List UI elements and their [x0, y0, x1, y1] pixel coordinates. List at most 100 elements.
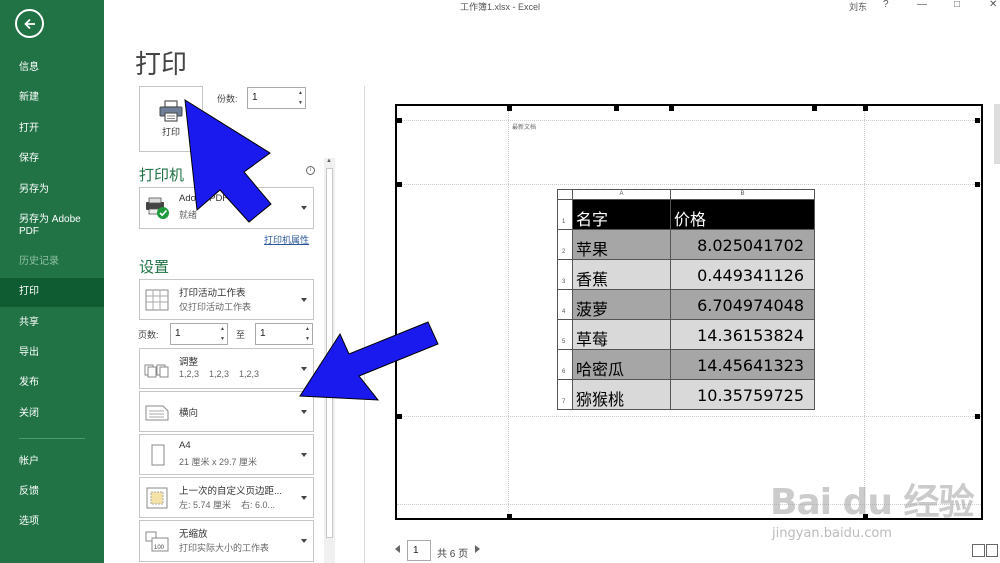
printer-properties-link[interactable]: 打印机属性: [264, 233, 309, 246]
back-button[interactable]: [15, 9, 44, 38]
close-button[interactable]: ✕: [989, 0, 997, 10]
pages-from-value: 1: [175, 328, 181, 339]
scaling-select[interactable]: 100 无缩放 打印实际大小的工作表: [139, 520, 314, 562]
portrait-page-icon: [151, 444, 165, 466]
margin-handle[interactable]: [397, 414, 402, 419]
sidebar-item-close[interactable]: 关闭: [0, 408, 104, 420]
collate-select[interactable]: 调整 1,2,3 1,2,3 1,2,3: [139, 348, 314, 389]
pages-from-down-icon[interactable]: ▼: [218, 334, 227, 344]
sidebar-item-label: 历史记录: [19, 256, 59, 267]
column-header-row: A B: [558, 190, 815, 200]
pages-from-input[interactable]: 1 ▲ ▼: [170, 323, 228, 345]
name-cell: 菠萝: [573, 290, 671, 320]
margin-handle[interactable]: [614, 106, 619, 111]
paper-size-select[interactable]: A4 21 厘米 x 29.7 厘米: [139, 434, 314, 475]
print-scope-select[interactable]: 打印活动工作表 仅打印活动工作表: [139, 279, 314, 320]
sidebar-item-export[interactable]: 导出: [0, 347, 104, 359]
copies-down-icon[interactable]: ▼: [296, 98, 305, 108]
orientation-select[interactable]: 横向: [139, 391, 314, 432]
page-number-input[interactable]: 1: [407, 540, 431, 561]
price-cell: 14.36153824: [671, 320, 815, 350]
chevron-down-icon: [301, 539, 307, 543]
copies-up-icon[interactable]: ▲: [296, 88, 305, 98]
margin-handle[interactable]: [975, 414, 980, 419]
row-number: 6: [558, 350, 573, 380]
print-scope-label: 打印活动工作表: [179, 288, 246, 299]
backstage-sidebar: 信息 新建 打开 保存 另存为 另存为 Adobe PDF 历史记录 打印 共享…: [0, 0, 104, 563]
margin-handle[interactable]: [507, 106, 512, 111]
price-cell: 8.025041702: [671, 230, 815, 260]
maximize-button[interactable]: □: [954, 0, 960, 10]
column-header: A: [573, 190, 671, 200]
previous-page-icon[interactable]: [395, 545, 400, 553]
printer-section-title: 打印机: [139, 166, 185, 184]
row-number: 5: [558, 320, 573, 350]
sheet-grid-icon: [145, 289, 169, 311]
adobe-pdf-printer-icon: [146, 197, 169, 219]
scaling-icon-text: 100: [154, 545, 165, 551]
margin-guide: [397, 184, 981, 185]
settings-scrollbar[interactable]: ▲: [324, 158, 335, 563]
printer-select[interactable]: Adobe PDF 就绪: [139, 187, 314, 229]
sidebar-item-label: 打开: [19, 123, 39, 134]
sidebar-divider: [19, 438, 85, 439]
copies-input[interactable]: 1 ▲ ▼: [247, 87, 306, 109]
price-cell: 0.449341126: [671, 260, 815, 290]
margin-handle[interactable]: [975, 182, 980, 187]
scaling-desc: 打印实际大小的工作表: [179, 543, 270, 553]
margins-select[interactable]: 上一次的自定义页边距... 左: 5.74 厘米 右: 6.0...: [139, 477, 314, 518]
margin-handle[interactable]: [669, 106, 674, 111]
table-row: 5 草莓 14.36153824: [558, 320, 815, 350]
table-row: 7 猕猴桃 10.35759725: [558, 380, 815, 410]
chevron-down-icon: [301, 366, 307, 371]
sidebar-item-options[interactable]: 选项: [0, 516, 104, 528]
margin-guide: [508, 106, 509, 518]
print-button[interactable]: 打印: [139, 86, 203, 152]
sidebar-item-publish[interactable]: 发布: [0, 377, 104, 389]
sidebar-item-info[interactable]: 信息: [0, 62, 104, 74]
info-icon[interactable]: i: [306, 166, 315, 175]
sidebar-item-feedback[interactable]: 反馈: [0, 486, 104, 498]
scroll-up-icon[interactable]: ▲: [326, 158, 332, 164]
sidebar-item-account[interactable]: 帐户: [0, 456, 104, 468]
printer-name: Adobe PDF: [179, 193, 229, 204]
sidebar-item-open[interactable]: 打开: [0, 123, 104, 135]
sidebar-item-label: 另存为 Adobe PDF: [19, 214, 81, 237]
help-button[interactable]: ?: [883, 0, 889, 10]
preview-scrollbar[interactable]: [994, 104, 1000, 164]
chevron-down-icon: [301, 297, 307, 302]
sidebar-item-save-as-pdf[interactable]: 另存为 Adobe PDF: [0, 214, 100, 238]
user-name[interactable]: 刘东: [849, 0, 867, 13]
name-cell: 香蕉: [573, 260, 671, 290]
margin-handle[interactable]: [863, 106, 868, 111]
margin-handle[interactable]: [397, 118, 402, 123]
pages-to-up-icon[interactable]: ▲: [303, 324, 312, 334]
scrollbar-thumb[interactable]: [326, 168, 333, 538]
minimize-button[interactable]: —: [917, 0, 927, 10]
sidebar-item-label: 选项: [19, 516, 39, 527]
margin-handle[interactable]: [975, 118, 980, 123]
margin-guide: [397, 416, 981, 417]
sidebar-item-label: 共享: [19, 317, 39, 328]
name-cell: 草莓: [573, 320, 671, 350]
margin-handle[interactable]: [397, 182, 402, 187]
pages-from-up-icon[interactable]: ▲: [218, 324, 227, 334]
price-cell: 14.45641323: [671, 350, 815, 380]
pages-to-input[interactable]: 1 ▲ ▼: [255, 323, 313, 345]
sidebar-item-save-as[interactable]: 另存为: [0, 184, 104, 196]
sidebar-item-label: 关闭: [19, 408, 39, 419]
print-button-label: 打印: [161, 127, 180, 137]
next-page-icon[interactable]: [475, 545, 480, 553]
margin-handle[interactable]: [812, 106, 817, 111]
sidebar-item-share[interactable]: 共享: [0, 317, 104, 329]
sidebar-item-print[interactable]: 打印: [0, 278, 104, 307]
sidebar-item-save[interactable]: 保存: [0, 153, 104, 165]
margin-handle[interactable]: [507, 514, 512, 519]
row-number: 1: [558, 200, 573, 230]
printer-icon: [159, 100, 183, 122]
pages-to-down-icon[interactable]: ▼: [303, 334, 312, 344]
print-scope-desc: 仅打印活动工作表: [179, 302, 252, 312]
sidebar-item-new[interactable]: 新建: [0, 92, 104, 104]
panel-divider: [364, 86, 365, 563]
margins-label: 上一次的自定义页边距...: [179, 486, 282, 497]
